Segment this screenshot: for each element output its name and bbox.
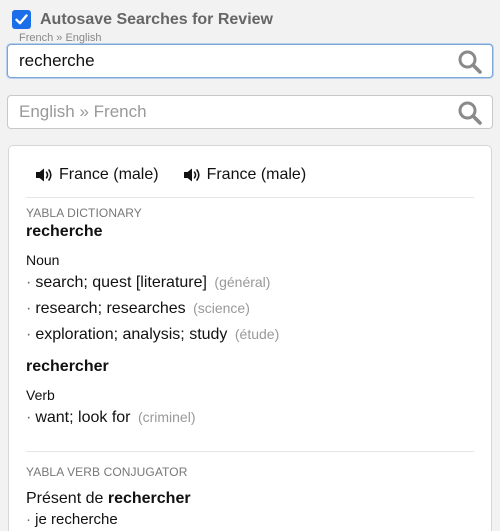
audio-label: France (male) [206, 166, 307, 183]
search-icon[interactable] [457, 49, 483, 75]
sense-text: exploration; analysis; study [35, 326, 228, 343]
conjugation-title: Présent de rechercher [26, 490, 191, 508]
audio-label: France (male) [59, 166, 159, 183]
sense-domain: (étude) [234, 326, 280, 342]
results-panel: France (male) France (male) YABLA DICTIO… [8, 145, 492, 531]
sense-item: · research; researches (science) [26, 300, 250, 317]
conjugation-pronoun: je [35, 511, 47, 528]
speaker-icon [36, 168, 52, 182]
sense-item: · search; quest [literature] (général) [26, 274, 271, 291]
dictionary-section-title: YABLA DICTIONARY [26, 206, 142, 220]
headword: recherche [26, 223, 103, 240]
sense-item: · want; look for (criminel) [26, 409, 196, 426]
conjugation-verb: rechercher [107, 490, 191, 507]
conjugation-form: recherche [51, 511, 118, 528]
divider [26, 197, 474, 198]
audio-row: France (male) France (male) [35, 166, 330, 184]
sense-domain: (criminel) [137, 409, 196, 425]
part-of-speech: Verb [26, 387, 55, 403]
sense-domain: (général) [214, 274, 271, 290]
autosave-row[interactable]: Autosave Searches for Review [12, 10, 273, 29]
search-icon[interactable] [457, 100, 483, 126]
french-english-search-input[interactable] [8, 45, 459, 77]
speaker-icon [183, 168, 200, 182]
divider [26, 451, 474, 452]
sense-text: research; researches [35, 300, 186, 317]
french-english-lang-hint: French » English [19, 32, 102, 44]
english-french-search-input[interactable] [8, 96, 459, 128]
headword: rechercher [26, 358, 109, 375]
audio-button-1[interactable]: France (male) [35, 166, 159, 184]
conjugator-section-title: YABLA VERB CONJUGATOR [26, 465, 188, 479]
conjugation-tense: Présent de [26, 490, 104, 507]
english-french-search-box[interactable] [7, 95, 493, 129]
french-english-search-box[interactable] [7, 44, 493, 78]
conjugation-row: · je recherche [26, 511, 118, 528]
sense-domain: (science) [193, 300, 250, 316]
autosave-checkbox[interactable] [12, 10, 31, 29]
part-of-speech: Noun [26, 252, 60, 268]
autosave-label: Autosave Searches for Review [40, 10, 273, 28]
checkmark-icon [15, 14, 28, 25]
sense-text: want; look for [35, 409, 131, 426]
audio-button-2[interactable]: France (male) [183, 166, 307, 184]
sense-text: search; quest [literature] [35, 274, 207, 291]
sense-item: · exploration; analysis; study (étude) [26, 326, 280, 343]
